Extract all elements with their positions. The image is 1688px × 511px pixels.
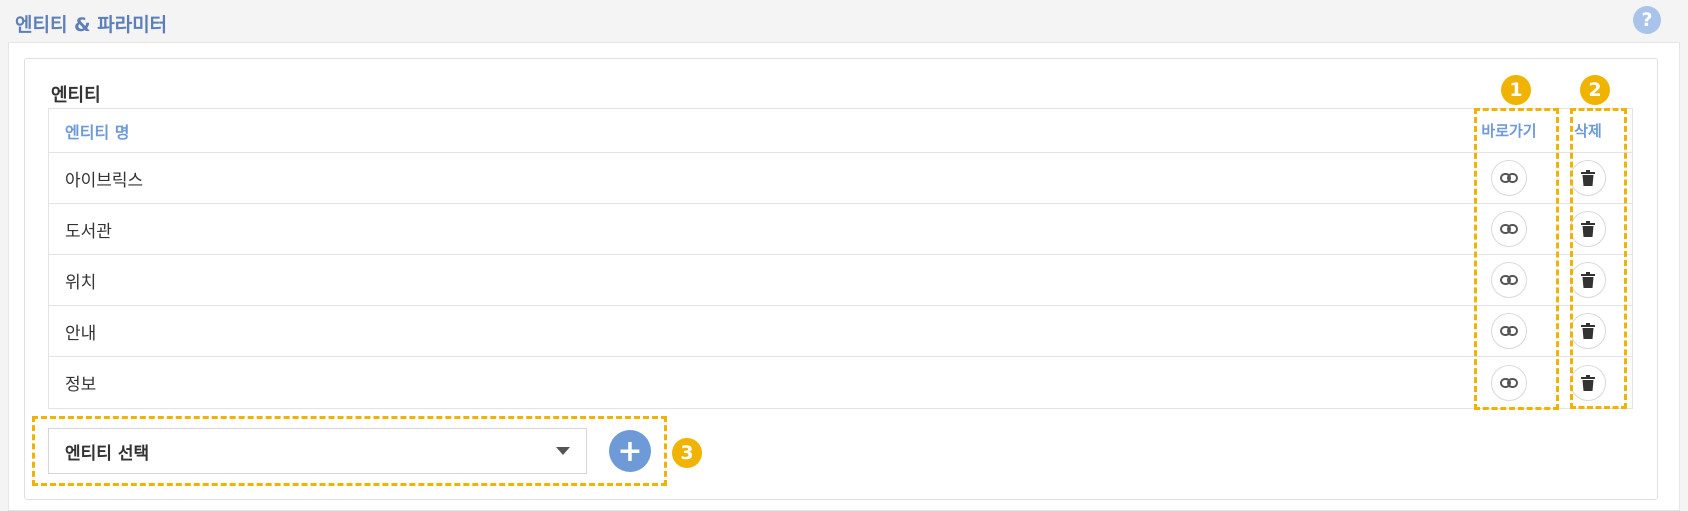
delete-button[interactable] [1570, 211, 1606, 247]
marker-2: 2 [1580, 75, 1610, 105]
header-link-label: 바로가기 [1481, 122, 1537, 140]
link-cell [1469, 306, 1549, 356]
link-icon [1500, 326, 1518, 336]
entity-name: 도서관 [65, 221, 112, 242]
link-button[interactable] [1491, 364, 1527, 401]
link-icon [1500, 224, 1518, 234]
entity-select-text: 엔티티 선택 [65, 443, 150, 464]
link-button[interactable] [1491, 160, 1527, 196]
delete-button[interactable] [1570, 160, 1606, 196]
header-delete: 삭제 [1555, 109, 1621, 152]
entity-select[interactable]: 엔티티 선택 [48, 428, 587, 474]
marker-1: 1 [1501, 75, 1531, 105]
entity-name: 정보 [65, 375, 97, 395]
link-icon [1500, 275, 1518, 285]
header-delete-label: 삭제 [1574, 122, 1602, 140]
link-icon [1500, 377, 1518, 388]
delete-cell [1555, 255, 1621, 305]
trash-icon [1581, 170, 1595, 186]
table-row: 아이브릭스 [49, 153, 1632, 204]
link-cell [1469, 204, 1549, 254]
delete-button[interactable] [1570, 364, 1606, 401]
delete-button[interactable] [1570, 313, 1606, 349]
link-cell [1469, 255, 1549, 305]
table-row: 정보 [49, 357, 1632, 408]
link-icon [1500, 173, 1518, 183]
trash-icon [1581, 374, 1595, 391]
entity-section-label: 엔티티 [51, 85, 101, 106]
entity-name: 안내 [65, 323, 97, 344]
help-icon[interactable]: ? [1633, 6, 1661, 34]
table-row: 안내 [49, 306, 1632, 357]
section-title: 엔티티 & 파라미터 [15, 14, 168, 36]
entity-name: 위치 [65, 272, 97, 293]
delete-button[interactable] [1570, 262, 1606, 298]
trash-icon [1581, 272, 1595, 288]
delete-cell [1555, 204, 1621, 254]
table-row: 위치 [49, 255, 1632, 306]
link-cell [1469, 153, 1549, 203]
header-link: 바로가기 [1469, 109, 1549, 152]
delete-cell [1555, 357, 1621, 408]
delete-cell [1555, 306, 1621, 356]
link-cell [1469, 357, 1549, 408]
table-row: 도서관 [49, 204, 1632, 255]
link-button[interactable] [1491, 313, 1527, 349]
table-header-row: 엔티티 명 바로가기 삭제 [49, 109, 1632, 153]
header-entity-name: 엔티티 명 [65, 122, 130, 142]
entity-name: 아이브릭스 [65, 170, 144, 191]
trash-icon [1581, 221, 1595, 237]
add-entity-button[interactable]: + [609, 430, 651, 472]
link-button[interactable] [1491, 262, 1527, 298]
delete-cell [1555, 153, 1621, 203]
link-button[interactable] [1491, 211, 1527, 247]
caret-down-icon [556, 447, 570, 455]
marker-3: 3 [672, 438, 702, 468]
trash-icon [1581, 323, 1595, 339]
entity-table: 엔티티 명 바로가기 삭제 아이브릭스 도서관 위치 안내 정보 [48, 108, 1633, 409]
